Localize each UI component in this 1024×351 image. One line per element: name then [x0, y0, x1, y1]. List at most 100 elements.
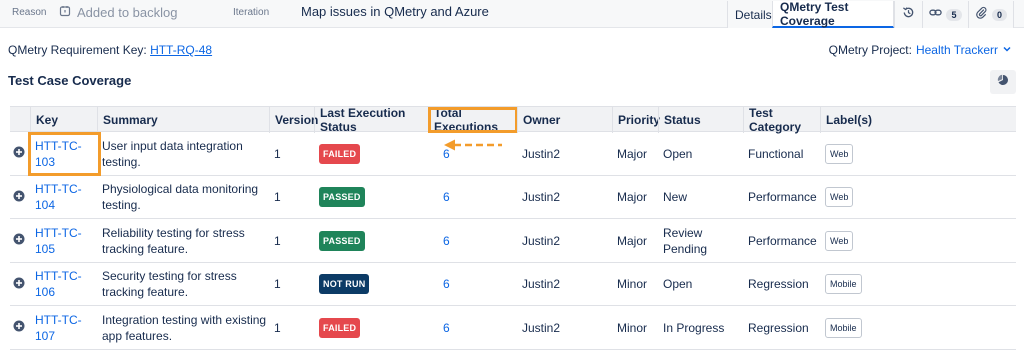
owner-text: Justin2: [522, 146, 561, 161]
priority-text: Major: [617, 146, 648, 161]
label-tag: Mobile: [825, 274, 862, 294]
category-cell: Regression: [743, 306, 821, 349]
label-tag: Mobile: [825, 317, 862, 338]
status-badge: FAILED: [319, 317, 361, 338]
summary-text: Security testing for stress tracking fea…: [102, 269, 237, 299]
chart-view-button[interactable]: [990, 70, 1016, 94]
attachments-button[interactable]: 0: [968, 1, 1014, 28]
version-text: 1: [274, 190, 281, 204]
key-cell: HTT-TC-104: [30, 176, 98, 219]
pie-chart-icon: [997, 73, 1009, 91]
key-cell: HTT-TC-105: [30, 219, 98, 262]
last-status-cell: NOT RUN: [314, 263, 428, 306]
history-icon: [902, 6, 915, 24]
version-text: 1: [274, 146, 281, 161]
total-executions-link[interactable]: 6: [443, 276, 450, 292]
status-text: In Progress: [663, 320, 725, 335]
summary-cell: Security testing for stress tracking fea…: [97, 263, 270, 306]
summary-cell: Physiological data monitoring testing.: [97, 176, 270, 219]
last-status-cell: PASSED: [314, 176, 428, 219]
column-total-executions[interactable]: Total Executions: [428, 106, 518, 134]
chevron-down-icon[interactable]: [1002, 43, 1012, 57]
total-executions-link[interactable]: 6: [443, 320, 450, 336]
test-case-key-link[interactable]: HTT-TC-104: [35, 181, 98, 213]
paperclip-icon: [975, 6, 988, 24]
owner-cell: Justin2: [517, 132, 613, 175]
column-test-category[interactable]: Test Category: [743, 106, 821, 134]
column-key[interactable]: Key: [30, 107, 98, 133]
iteration-label: Iteration: [233, 7, 270, 18]
key-cell: HTT-TC-103: [28, 131, 101, 176]
category-cell: Performance: [743, 219, 821, 262]
links-count: 5: [946, 8, 962, 21]
status-cell: Review Pending: [658, 219, 744, 262]
requirement-key-link[interactable]: HTT-RQ-48: [150, 43, 212, 57]
backlog-text: Added to backlog: [77, 5, 178, 20]
labels-cell: Web: [820, 176, 1016, 219]
label-tag: Web: [825, 230, 854, 251]
test-case-key-link[interactable]: HTT-TC-106: [35, 268, 98, 300]
key-cell: HTT-TC-107: [30, 306, 98, 349]
project-dropdown[interactable]: Health Trackerr: [916, 43, 998, 57]
status-cell: Open: [658, 263, 744, 306]
category-text: Performance: [748, 233, 817, 248]
tab-qmetry-test-coverage[interactable]: QMetry Test Coverage: [772, 0, 894, 28]
expand-column-header: [10, 107, 30, 133]
labels-cell: Mobile: [820, 306, 1016, 349]
version-text: 1: [274, 320, 281, 335]
status-text: Open: [663, 146, 693, 161]
table-row: HTT-TC-104 Physiological data monitoring …: [10, 176, 1016, 219]
total-executions-cell: 6: [428, 263, 518, 306]
annotation-arrow: [444, 138, 504, 152]
owner-text: Justin2: [522, 277, 561, 291]
column-summary[interactable]: Summary: [97, 107, 270, 133]
status-cell: Open: [658, 132, 744, 175]
expand-row-icon[interactable]: [13, 276, 27, 290]
labels-cell: Mobile: [820, 263, 1016, 306]
expand-row-icon[interactable]: [13, 232, 27, 246]
version-text: 1: [274, 233, 281, 248]
priority-text: Major: [617, 190, 648, 204]
priority-cell: Major: [612, 176, 658, 219]
status-badge: PASSED: [319, 187, 365, 207]
labels-cell: Web: [820, 219, 1016, 262]
test-case-key-link[interactable]: HTT-TC-107: [35, 312, 98, 344]
expand-row-icon[interactable]: [13, 145, 27, 159]
table-row: HTT-TC-106 Security testing for stress tr…: [10, 263, 1016, 306]
test-case-key-link[interactable]: HTT-TC-105: [35, 225, 98, 257]
table-row: HTT-TC-105 Reliability testing for stress…: [10, 219, 1016, 263]
priority-cell: Major: [612, 219, 658, 262]
priority-cell: Minor: [612, 306, 658, 349]
column-labels[interactable]: Label(s): [820, 107, 1016, 133]
status-text: Open: [663, 277, 693, 291]
column-owner[interactable]: Owner: [517, 107, 613, 133]
attachments-count: 0: [991, 8, 1007, 21]
test-case-key-link[interactable]: HTT-TC-103: [28, 131, 101, 176]
summary-text: User input data integration testing.: [102, 138, 243, 169]
tab-details[interactable]: Details: [727, 1, 772, 28]
priority-text: Minor: [617, 320, 648, 335]
priority-cell: Major: [612, 132, 658, 175]
column-priority[interactable]: Priority: [612, 107, 660, 133]
links-button[interactable]: 5: [922, 1, 968, 28]
reason-value: Added to backlog: [59, 5, 177, 20]
expand-row-icon[interactable]: [13, 189, 27, 203]
table-header: Key Summary Version Last Execution Statu…: [10, 106, 1016, 134]
version-cell: 1: [269, 176, 315, 219]
reason-label: Reason: [12, 7, 47, 18]
column-version[interactable]: Version: [269, 107, 318, 133]
column-status[interactable]: Status: [658, 107, 744, 133]
column-last-execution-status[interactable]: Last Execution Status: [314, 106, 428, 134]
history-button[interactable]: [894, 1, 922, 28]
total-executions-link[interactable]: 6: [443, 189, 450, 205]
expand-row-icon[interactable]: [13, 319, 27, 333]
version-cell: 1: [269, 263, 315, 306]
status-cell: In Progress: [658, 306, 744, 349]
label-tag: Web: [825, 143, 854, 164]
total-executions-link[interactable]: 6: [443, 233, 450, 249]
summary-text: Physiological data monitoring testing.: [102, 182, 259, 212]
owner-text: Justin2: [522, 320, 561, 335]
version-cell: 1: [269, 132, 315, 175]
project-selector: QMetry Project: Health Trackerr: [829, 43, 1012, 57]
table-body: HTT-TC-103 User input data integration te…: [10, 131, 1016, 350]
